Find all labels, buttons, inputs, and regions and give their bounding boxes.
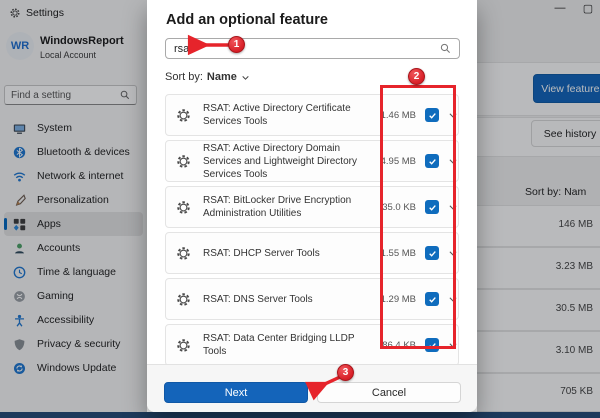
feature-size: 3.10 MB bbox=[556, 345, 593, 356]
feature-size: 3.23 MB bbox=[556, 261, 593, 272]
settings-sidebar: Settings WR WindowsReport Local Account … bbox=[0, 0, 147, 412]
sidebar-item-label: Windows Update bbox=[37, 362, 116, 374]
bluetooth-icon bbox=[13, 146, 26, 159]
network-icon bbox=[13, 170, 26, 183]
apps-page-background: View features See history Sort by: Nam 1… bbox=[460, 0, 600, 412]
personalization-icon bbox=[13, 194, 26, 207]
sidebar-item-label: Accounts bbox=[37, 242, 80, 254]
search-icon bbox=[440, 43, 451, 54]
optional-feature-icon bbox=[176, 200, 191, 215]
accounts-icon bbox=[13, 242, 26, 255]
window-bottom-edge bbox=[0, 412, 600, 418]
annotation-arrow-1 bbox=[183, 36, 233, 54]
window-title: Settings bbox=[26, 7, 64, 19]
dialog-title: Add an optional feature bbox=[166, 12, 328, 28]
sidebar-item-label: Network & internet bbox=[37, 170, 123, 182]
optional-feature-icon bbox=[176, 108, 191, 123]
sort-by-dropdown[interactable]: Sort by: Name bbox=[165, 71, 250, 83]
sidebar-item-bluetooth[interactable]: Bluetooth & devices bbox=[4, 140, 143, 164]
feature-row-bg: 3.23 MB bbox=[460, 247, 600, 289]
sidebar-item-label: Time & language bbox=[37, 266, 116, 278]
avatar-initials: WR bbox=[11, 40, 29, 52]
feature-row-bg: 3.10 MB bbox=[460, 331, 600, 373]
background-sort-by[interactable]: Sort by: Nam bbox=[525, 186, 586, 198]
windows-update-icon bbox=[13, 362, 26, 375]
badge-number: 1 bbox=[234, 39, 240, 50]
settings-gear-icon bbox=[10, 8, 20, 18]
system-icon bbox=[13, 122, 26, 135]
feature-name: RSAT: DHCP Server Tools bbox=[203, 247, 365, 260]
feature-size: 705 KB bbox=[560, 386, 593, 397]
account-name: WindowsReport bbox=[40, 35, 124, 47]
minimize-button[interactable]: — bbox=[552, 2, 568, 15]
feature-name: RSAT: BitLocker Drive Encryption Adminis… bbox=[203, 194, 365, 220]
feature-name: RSAT: Data Center Bridging LLDP Tools bbox=[203, 332, 365, 358]
sidebar-item-label: Bluetooth & devices bbox=[37, 146, 130, 158]
see-history-button[interactable]: See history bbox=[531, 120, 600, 147]
sort-by-label: Sort by: bbox=[165, 71, 203, 83]
search-icon bbox=[120, 90, 130, 100]
maximize-button[interactable]: ▢ bbox=[580, 2, 596, 15]
privacy-shield-icon bbox=[13, 338, 26, 351]
apps-icon bbox=[13, 218, 26, 231]
annotation-badge-1: 1 bbox=[228, 36, 245, 53]
sidebar-item-label: Accessibility bbox=[37, 314, 94, 326]
time-language-icon bbox=[13, 266, 26, 279]
find-setting-placeholder: Find a setting bbox=[11, 90, 120, 101]
feature-name: RSAT: Active Directory Certificate Servi… bbox=[203, 102, 365, 128]
gaming-icon bbox=[13, 290, 26, 303]
next-button[interactable]: Next bbox=[164, 382, 308, 403]
feature-row-bg: 705 KB bbox=[460, 373, 600, 412]
sidebar-item-label: Personalization bbox=[37, 194, 109, 206]
annotation-rectangle-2 bbox=[380, 85, 456, 349]
account-type: Local Account bbox=[40, 50, 96, 60]
sidebar-item-label: Privacy & security bbox=[37, 338, 120, 350]
sidebar-item-personalization[interactable]: Personalization bbox=[4, 188, 143, 212]
settings-window: View features See history Sort by: Nam 1… bbox=[0, 0, 600, 418]
annotation-badge-2: 2 bbox=[408, 68, 425, 85]
sidebar-item-privacy[interactable]: Privacy & security bbox=[4, 332, 143, 356]
accessibility-icon bbox=[13, 314, 26, 327]
feature-row-bg: 30.5 MB bbox=[460, 289, 600, 331]
sidebar-item-apps[interactable]: Apps bbox=[4, 212, 143, 236]
chevron-down-icon bbox=[241, 73, 250, 82]
sidebar-item-network[interactable]: Network & internet bbox=[4, 164, 143, 188]
sidebar-item-label: Apps bbox=[37, 218, 61, 230]
avatar[interactable]: WR bbox=[6, 32, 34, 60]
optional-feature-icon bbox=[176, 154, 191, 169]
sidebar-item-system[interactable]: System bbox=[4, 116, 143, 140]
sidebar-item-label: System bbox=[37, 122, 72, 134]
sidebar-item-accounts[interactable]: Accounts bbox=[4, 236, 143, 260]
feature-name: RSAT: DNS Server Tools bbox=[203, 293, 365, 306]
sidebar-item-windows-update[interactable]: Windows Update bbox=[4, 356, 143, 380]
find-setting-input[interactable]: Find a setting bbox=[4, 85, 137, 105]
feature-row-bg: 146 MB bbox=[460, 205, 600, 247]
badge-number: 3 bbox=[343, 367, 349, 378]
sidebar-item-label: Gaming bbox=[37, 290, 74, 302]
sidebar-item-gaming[interactable]: Gaming bbox=[4, 284, 143, 308]
feature-size: 30.5 MB bbox=[556, 303, 593, 314]
optional-feature-icon bbox=[176, 292, 191, 307]
sort-by-value: Name bbox=[207, 71, 237, 83]
optional-feature-icon bbox=[176, 246, 191, 261]
view-features-button[interactable]: View features bbox=[533, 74, 600, 103]
annotation-badge-3: 3 bbox=[337, 364, 354, 381]
sidebar-item-time-language[interactable]: Time & language bbox=[4, 260, 143, 284]
feature-size: 146 MB bbox=[559, 219, 593, 230]
badge-number: 2 bbox=[414, 71, 420, 82]
feature-name: RSAT: Active Directory Domain Services a… bbox=[203, 142, 365, 181]
sidebar-item-accessibility[interactable]: Accessibility bbox=[4, 308, 143, 332]
sidebar-nav: System Bluetooth & devices Network & int… bbox=[0, 116, 147, 380]
optional-feature-icon bbox=[176, 338, 191, 353]
